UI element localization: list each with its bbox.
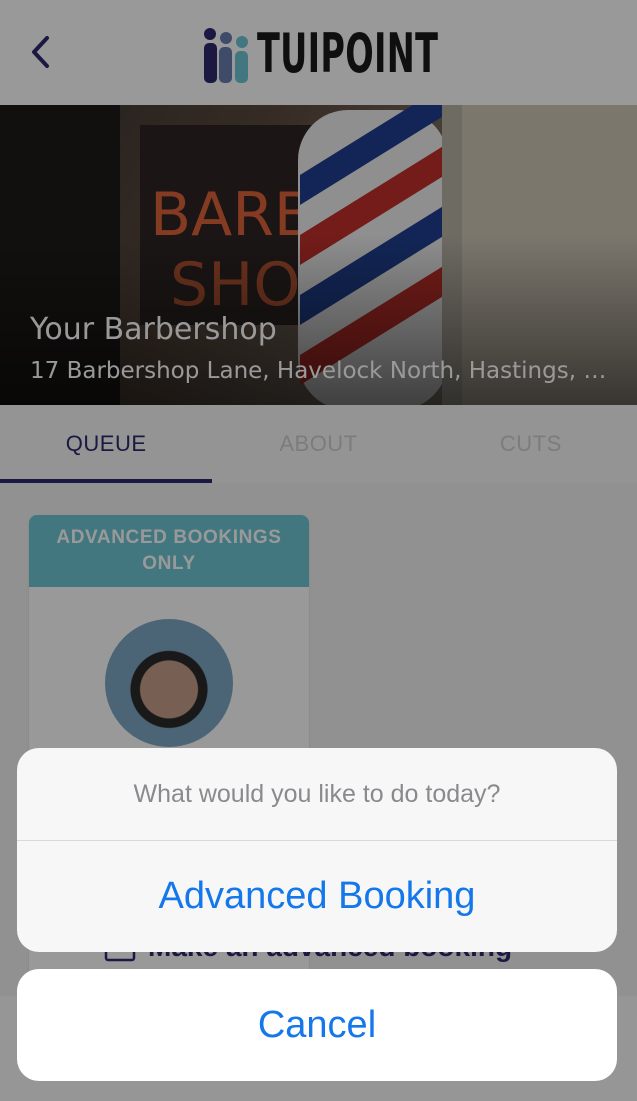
app-screen: TUIPOINT BARB SHO Your Barbershop 17 Bar… — [0, 0, 637, 1101]
action-sheet: What would you like to do today? Advance… — [17, 748, 617, 952]
cancel-button[interactable]: Cancel — [17, 969, 617, 1081]
action-sheet-title: What would you like to do today? — [17, 748, 617, 841]
advanced-booking-button[interactable]: Advanced Booking — [17, 841, 617, 952]
